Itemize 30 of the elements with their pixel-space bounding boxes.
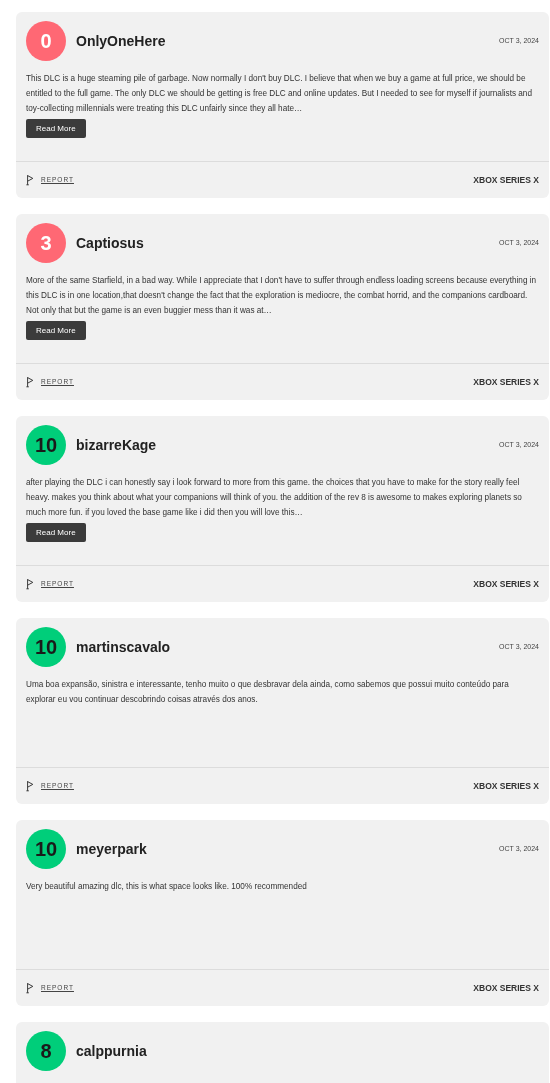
- platform-label: XBOX SERIES X: [473, 981, 539, 995]
- review-text: More of the same Starfield, in a bad way. While I appreciate that I don't have to suffer through endless loading screens because everything in this DLC is in one location,that doesn't change the fact that the exploration is mediocre, the combat horrid, and the companions cardboard. Not only that but the game is an even buggier mess than it was at…: [26, 275, 538, 317]
- review-text: Very beautiful amazing dlc, this is what space looks like. 100% recommended: [26, 881, 307, 893]
- score-badge: 3: [26, 223, 66, 263]
- review-text: after playing the DLC i can honestly say i look forward to more from this game. the choices that you have to make for the story really feel heavy. makes you think about what your companions will think of you. the addition of the rev 8 is awesome to makes exploring planets so much more fun. if you loved the base game like i did then you will love this…: [26, 477, 523, 519]
- username[interactable]: calppurnia: [76, 1040, 147, 1062]
- read-more-button[interactable]: Read More: [26, 321, 86, 340]
- username[interactable]: OnlyOneHere: [76, 30, 166, 52]
- username[interactable]: meyerpark: [76, 838, 147, 860]
- read-more-button[interactable]: Read More: [26, 523, 86, 542]
- score-badge: 10: [26, 627, 66, 667]
- username[interactable]: Captiosus: [76, 232, 144, 254]
- score-badge: 0: [26, 21, 66, 61]
- platform-label: XBOX SERIES X: [473, 375, 539, 389]
- username[interactable]: martinscavalo: [76, 636, 171, 658]
- flag-icon[interactable]: [26, 174, 34, 186]
- read-more-button[interactable]: Read More: [26, 119, 86, 138]
- flag-icon[interactable]: [26, 780, 34, 792]
- username[interactable]: bizarreKage: [76, 434, 157, 456]
- score-badge: 10: [26, 425, 66, 465]
- platform-label: XBOX SERIES X: [473, 779, 539, 793]
- flag-icon[interactable]: [26, 982, 34, 994]
- platform-label: XBOX SERIES X: [473, 577, 539, 591]
- platform-label: XBOX SERIES X: [473, 173, 539, 187]
- flag-icon[interactable]: [26, 376, 34, 388]
- score-badge: 10: [26, 829, 66, 869]
- flag-icon[interactable]: [26, 578, 34, 590]
- review-text: This DLC is a huge steaming pile of garbage. Now normally I don't buy DLC. I believe that when we buy a game at full price, we should be entitled to the full game. The only DLC we should be getting is free DLC and online updates. But I needed to see for myself if journalists and toy-collecting millennials were treating this DLC unfairly since they all hate…: [26, 73, 533, 115]
- review-text: Uma boa expansão, sinistra e interessante, tenho muito o que desbravar dela ainda, como sabemos que possui muito conteúdo para explorar eu vou continuar descobrindo coisas através dos anos.: [26, 679, 510, 706]
- score-badge: 8: [26, 1031, 66, 1071]
